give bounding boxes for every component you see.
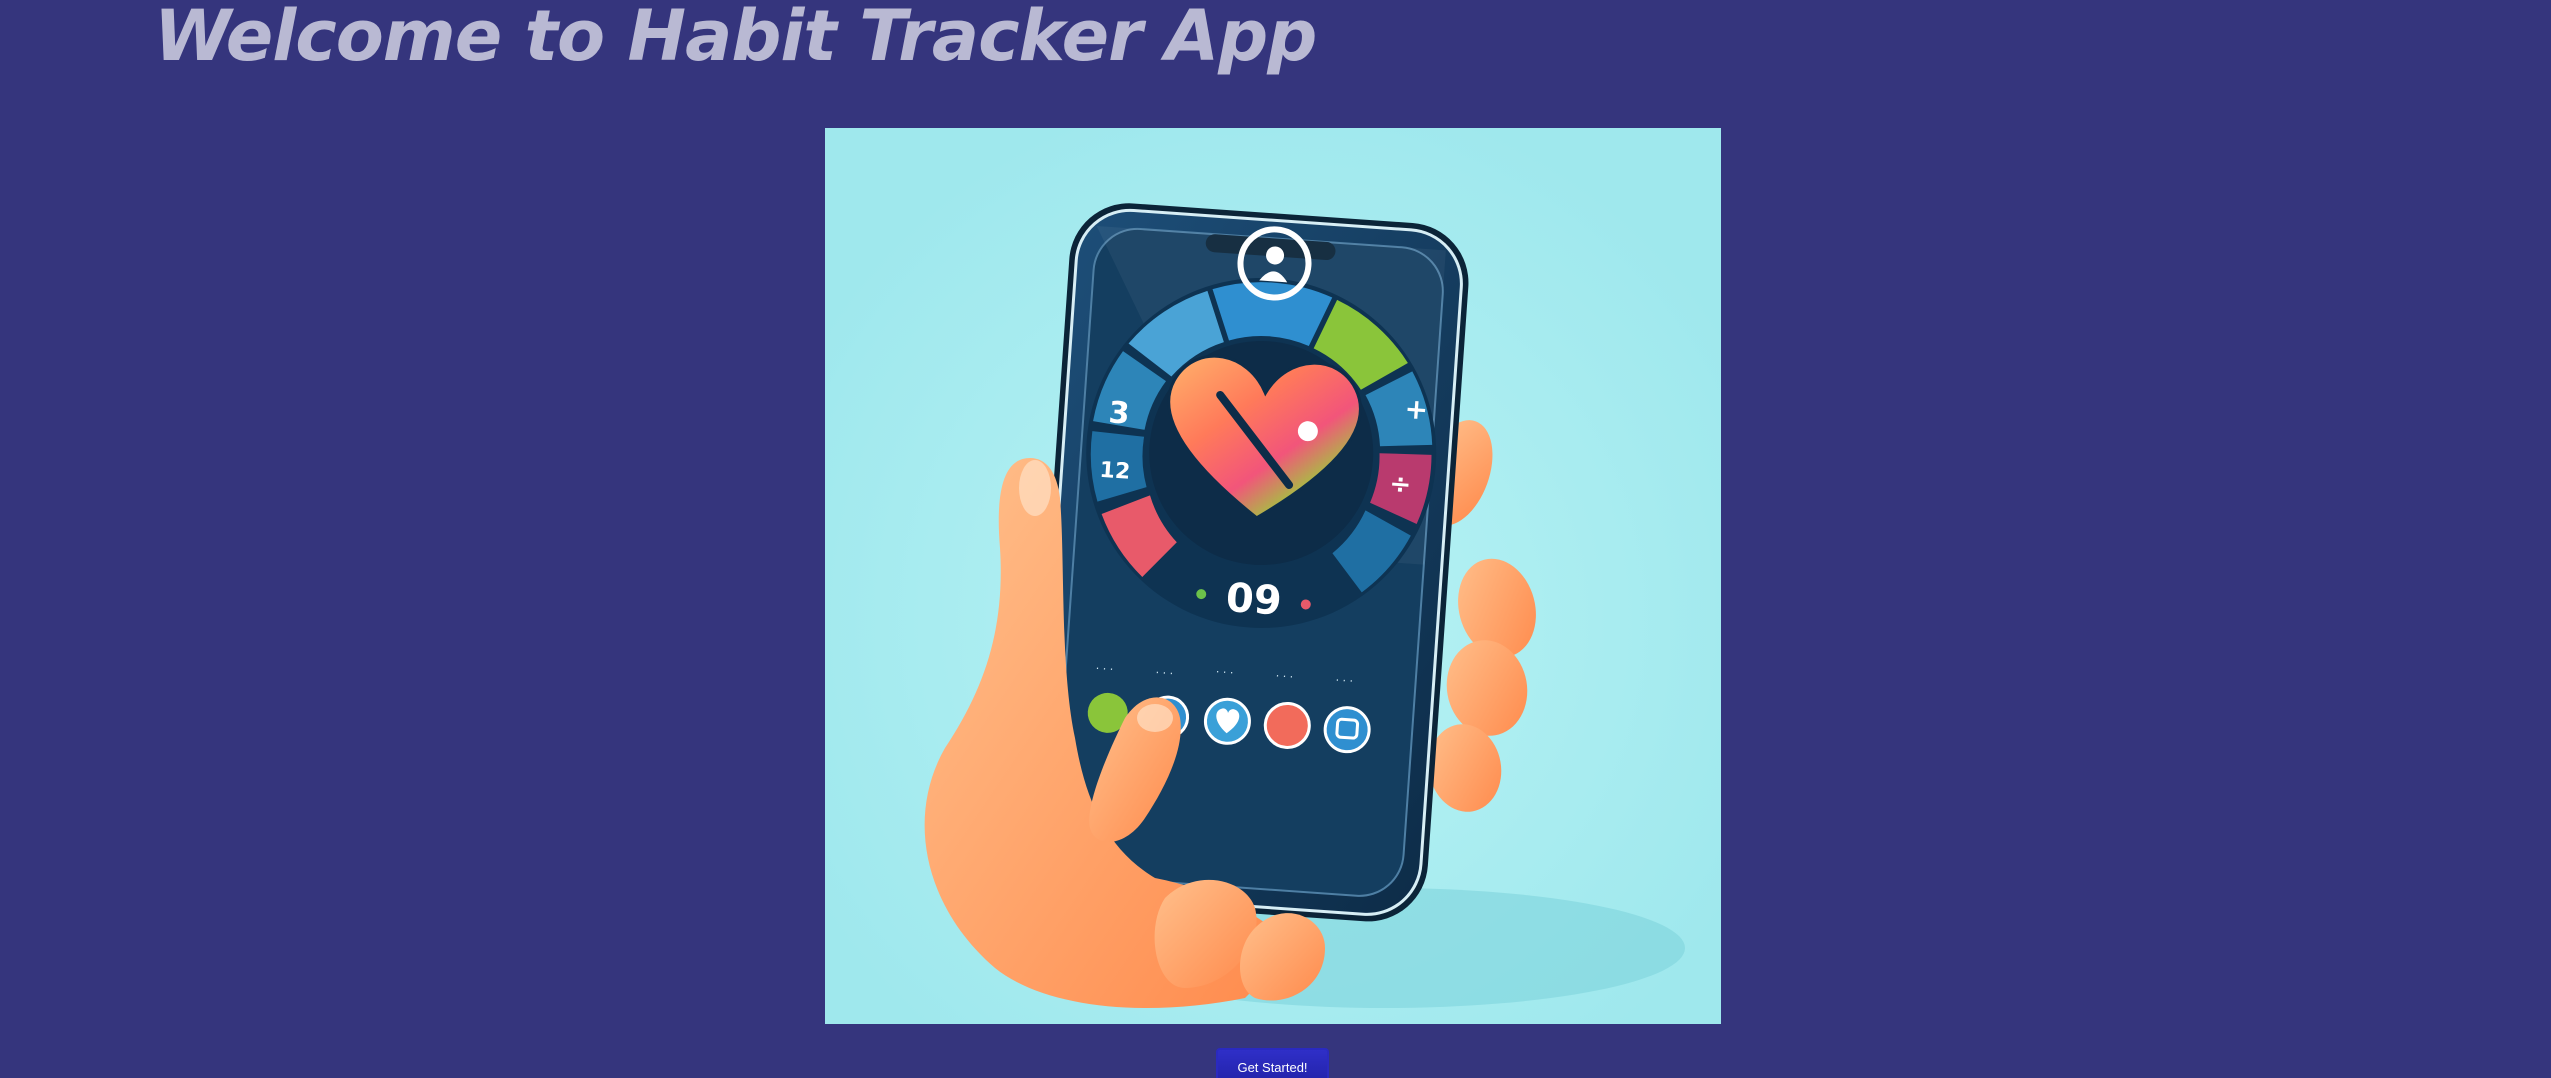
svg-text:· · ·: · · · bbox=[1275, 670, 1293, 684]
get-started-button[interactable]: Get Started! bbox=[1216, 1048, 1329, 1078]
hero-illustration: 3 12 + ÷ 09 · · · · · · · · · · · · · · … bbox=[825, 128, 1721, 1024]
dial-label-12: 12 bbox=[1099, 458, 1131, 485]
svg-text:· · ·: · · · bbox=[1335, 674, 1353, 688]
landing-page: Welcome to Habit Tracker App 3 12 + ÷ 09… bbox=[0, 0, 2551, 1078]
svg-text:· · ·: · · · bbox=[1155, 666, 1173, 680]
dial-label-3: 3 bbox=[1107, 395, 1130, 431]
page-title: Welcome to Habit Tracker App bbox=[154, 0, 1317, 77]
svg-text:÷: ÷ bbox=[1388, 469, 1412, 500]
dial-readout: 09 bbox=[1224, 575, 1283, 625]
phone-illustration: 3 12 + ÷ 09 · · · · · · · · · · · · · · … bbox=[825, 128, 1721, 1024]
svg-text:+: + bbox=[1404, 392, 1430, 427]
svg-text:· · ·: · · · bbox=[1215, 665, 1233, 679]
svg-text:· · ·: · · · bbox=[1095, 662, 1113, 676]
